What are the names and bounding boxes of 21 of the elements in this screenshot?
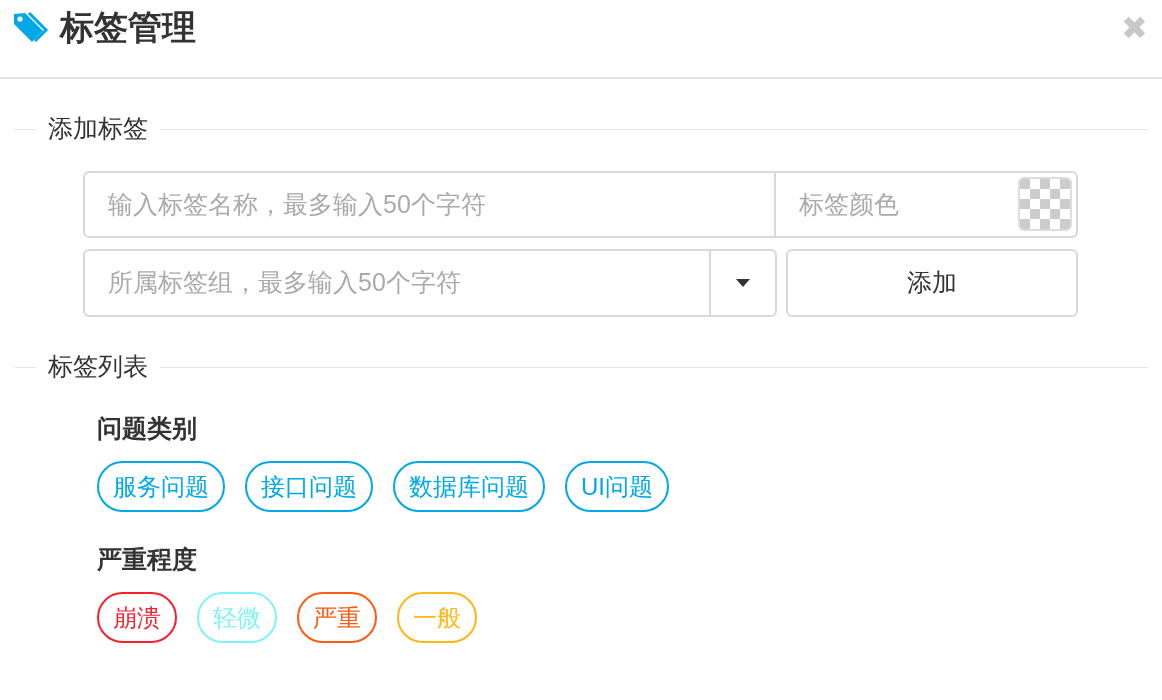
section-legend: 标签列表: [36, 348, 160, 386]
tag-pill[interactable]: 接口问题: [245, 461, 373, 512]
tag-group-field[interactable]: 所属标签组，最多输入50个字符: [83, 249, 711, 317]
caret-icon: [735, 279, 750, 287]
tag-group-title: 严重程度: [97, 544, 198, 575]
tag-pill[interactable]: 崩溃: [97, 592, 177, 643]
color-swatch[interactable]: [1018, 177, 1072, 231]
tag-pill[interactable]: 数据库问题: [393, 461, 545, 512]
tag-name-field[interactable]: 输入标签名称，最多输入50个字符: [83, 171, 776, 238]
tag-color-field[interactable]: 标签颜色: [776, 171, 1078, 238]
add-button[interactable]: 添加: [785, 249, 1078, 317]
tag-pill[interactable]: 服务问题: [97, 461, 225, 512]
window-title: 标签管理: [60, 7, 196, 48]
close-button[interactable]: ✖: [1121, 3, 1148, 74]
tag-group-title: 问题类别: [97, 413, 198, 444]
section-legend: 添加标签: [36, 110, 160, 148]
tag-pill[interactable]: UI问题: [565, 461, 669, 512]
dropdown-button[interactable]: [710, 249, 777, 317]
tag-icon: [12, 10, 50, 45]
tag-pill[interactable]: 一般: [397, 592, 477, 643]
tag-pill[interactable]: 严重: [297, 592, 377, 643]
